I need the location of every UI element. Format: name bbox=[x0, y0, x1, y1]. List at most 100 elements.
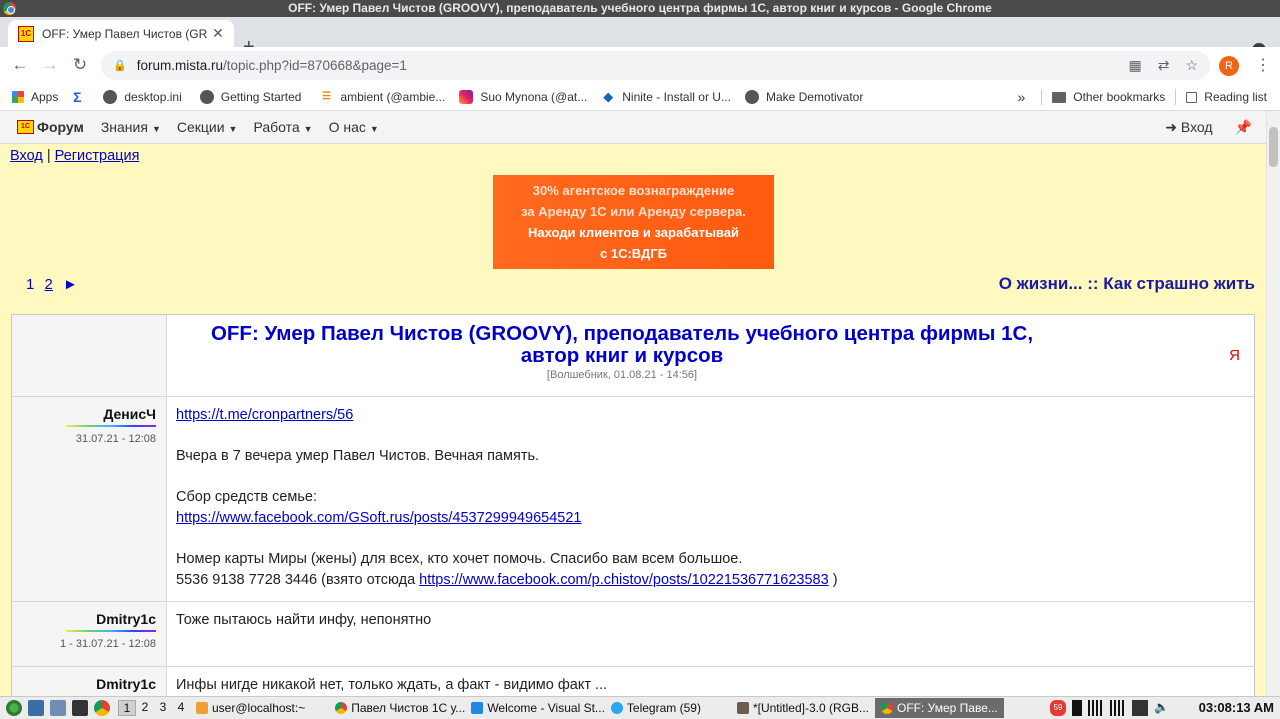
globe-icon bbox=[744, 90, 759, 104]
post-body: Инфы нигде никакой нет, только ждать, а … bbox=[176, 675, 607, 696]
bookmark-desktop-ini[interactable]: desktop.ini bbox=[103, 90, 182, 104]
browser-launcher-icon[interactable] bbox=[94, 700, 110, 716]
bookmark-make-demotivator[interactable]: Make Demotivator bbox=[744, 90, 863, 104]
apps-grid-icon bbox=[12, 91, 24, 103]
equalizer-icon[interactable] bbox=[1088, 700, 1104, 716]
bookmark-getting-started[interactable]: Getting Started bbox=[199, 90, 301, 104]
qr-code-icon[interactable]: ▦ bbox=[1128, 57, 1141, 74]
reading-list[interactable]: Reading list bbox=[1186, 90, 1267, 104]
scrollbar-thumb[interactable] bbox=[1269, 127, 1278, 167]
ad-banner[interactable]: 30% агентское вознаграждение за Аренду 1… bbox=[493, 175, 774, 269]
globe-icon bbox=[199, 90, 214, 104]
notification-badge[interactable]: 59 bbox=[1050, 700, 1066, 716]
system-tray: 59 🔈 bbox=[1050, 700, 1170, 716]
desktop-1[interactable]: 1 bbox=[118, 700, 136, 716]
terminal-icon[interactable] bbox=[72, 700, 88, 716]
post-text: Номер карты Миры (жены) для всех, кто хо… bbox=[176, 551, 743, 568]
sigma-icon: Σ bbox=[73, 89, 82, 105]
bookmark-star-icon[interactable]: ☆ bbox=[1185, 57, 1198, 74]
volume-icon[interactable]: 🔈 bbox=[1154, 700, 1170, 716]
system-clock: 03:08:13 AM bbox=[1198, 700, 1274, 715]
next-page-arrow-icon[interactable]: ► bbox=[63, 276, 78, 293]
bookmark-label: Reading list bbox=[1204, 90, 1267, 104]
battery-icon[interactable] bbox=[1072, 700, 1082, 716]
bookmark-apps[interactable]: Apps bbox=[12, 90, 58, 104]
reading-list-icon bbox=[1186, 91, 1198, 103]
desktop-icon[interactable] bbox=[28, 700, 44, 716]
address-bar[interactable]: 🔒 forum.mista.ru/topic.php?id=870668&pag… bbox=[101, 51, 1210, 80]
page-2-link[interactable]: 2 bbox=[45, 276, 53, 293]
pin-icon[interactable]: 📌 bbox=[1235, 119, 1252, 136]
task-chrome-search[interactable]: Павел Чистов 1С у... bbox=[335, 701, 465, 715]
topic-table: OFF: Умер Павел Чистов (GROOVY), препода… bbox=[11, 314, 1255, 696]
bookmark-ambient[interactable]: ☰ ambient (@ambie... bbox=[319, 90, 445, 104]
task-label: Welcome - Visual St... bbox=[487, 701, 605, 715]
bookmark-sigma[interactable]: Σ bbox=[70, 90, 91, 104]
task-vscode[interactable]: Welcome - Visual St... bbox=[471, 701, 605, 715]
nav-login-label: Вход bbox=[1180, 118, 1213, 135]
task-terminal[interactable]: user@localhost:~ bbox=[196, 701, 305, 715]
post-author[interactable]: ДенисЧ bbox=[103, 406, 156, 422]
translate-icon[interactable]: ⇄ bbox=[1158, 57, 1170, 74]
window-titlebar: OFF: Умер Павел Чистов (GROOVY), препода… bbox=[0, 0, 1280, 17]
back-arrow-icon[interactable]: ← bbox=[10, 55, 30, 75]
task-chrome-active[interactable]: OFF: Умер Паве... bbox=[875, 698, 1004, 718]
forward-arrow-icon[interactable]: → bbox=[40, 55, 60, 75]
section-breadcrumb[interactable]: О жизни... :: Как страшно жить bbox=[999, 274, 1255, 294]
post-link[interactable]: https://www.facebook.com/p.chistov/posts… bbox=[419, 572, 829, 588]
profile-avatar[interactable]: R bbox=[1219, 56, 1239, 76]
login-arrow-icon: ➜ bbox=[1165, 118, 1177, 135]
telegram-icon bbox=[610, 702, 623, 714]
desktop-3[interactable]: 3 bbox=[154, 700, 172, 716]
bookmark-label: desktop.ini bbox=[124, 90, 182, 104]
login-link[interactable]: Вход bbox=[10, 148, 43, 164]
post-link[interactable]: https://www.facebook.com/GSoft.rus/posts… bbox=[176, 510, 581, 526]
caret-down-icon: ▼ bbox=[369, 124, 379, 134]
file-manager-icon[interactable] bbox=[50, 700, 66, 716]
desktop-4[interactable]: 4 bbox=[172, 700, 190, 716]
desktop-2[interactable]: 2 bbox=[136, 700, 154, 716]
nav-login[interactable]: ➜ Вход bbox=[1165, 119, 1212, 136]
tab-strip: 1С OFF: Умер Павел Чистов (GR ✕ + ▾ bbox=[0, 17, 1280, 57]
ambient-icon: ☰ bbox=[321, 91, 331, 102]
system-taskbar: 1 2 3 4 user@localhost:~ Павел Чистов 1С… bbox=[0, 696, 1280, 719]
task-telegram[interactable]: Telegram (59) bbox=[610, 701, 701, 715]
task-gimp[interactable]: *[Untitled]-3.0 (RGB... bbox=[736, 701, 869, 715]
instagram-icon bbox=[459, 90, 474, 104]
bookmark-suo-mynona[interactable]: Suo Mynona (@at... bbox=[459, 90, 587, 104]
bookmark-label: Suo Mynona (@at... bbox=[480, 90, 588, 104]
post-author[interactable]: Dmitry1c bbox=[96, 676, 156, 692]
header-left-cell bbox=[12, 315, 167, 396]
nav-label: Секции bbox=[176, 119, 225, 135]
nav-rabota[interactable]: Работа ▼ bbox=[253, 119, 312, 135]
auth-links: Вход | Регистрация bbox=[10, 148, 139, 164]
nav-label: Знания bbox=[100, 119, 148, 135]
close-tab-icon[interactable]: ✕ bbox=[210, 25, 226, 42]
browser-tab[interactable]: 1С OFF: Умер Павел Чистов (GR ✕ bbox=[8, 20, 234, 47]
bookmark-other[interactable]: Other bookmarks bbox=[1052, 90, 1165, 104]
nav-o-nas[interactable]: О нас ▼ bbox=[329, 119, 379, 135]
yandex-share-icon[interactable]: Я bbox=[1229, 347, 1240, 364]
start-menu-icon[interactable] bbox=[6, 700, 22, 716]
lock-icon: 🔒 bbox=[113, 60, 127, 72]
bookmarks-overflow-icon[interactable]: » bbox=[1017, 89, 1025, 105]
nav-znaniya[interactable]: Знания ▼ bbox=[101, 119, 161, 135]
chrome-menu-icon[interactable]: ⋮ bbox=[1255, 55, 1271, 75]
register-link[interactable]: Регистрация bbox=[55, 148, 140, 164]
reload-icon[interactable]: ↻ bbox=[70, 55, 90, 75]
post-author[interactable]: Dmitry1c bbox=[96, 611, 156, 627]
browser-toolbar: ← → ↻ 🔒 forum.mista.ru/topic.php?id=8706… bbox=[0, 47, 1280, 84]
nav-label: Работа bbox=[253, 119, 300, 135]
author-rating-bar bbox=[66, 630, 156, 632]
post-link[interactable]: https://t.me/cronpartners/56 bbox=[176, 407, 353, 423]
vscode-icon bbox=[471, 702, 484, 714]
network-icon[interactable] bbox=[1110, 700, 1126, 716]
nav-sektsii[interactable]: Секции ▼ bbox=[177, 119, 238, 135]
chrome-task-icon bbox=[335, 702, 348, 714]
cpu-monitor-icon[interactable] bbox=[1132, 700, 1148, 716]
task-label: Telegram (59) bbox=[626, 701, 701, 715]
page-scrollbar[interactable] bbox=[1266, 111, 1280, 696]
nav-forum[interactable]: Форум bbox=[37, 119, 84, 135]
bookmark-ninite[interactable]: ◆ Ninite - Install or U... bbox=[601, 90, 731, 105]
bookmarks-bar: Apps Σ desktop.ini Getting Started ☰ amb… bbox=[0, 84, 1280, 111]
